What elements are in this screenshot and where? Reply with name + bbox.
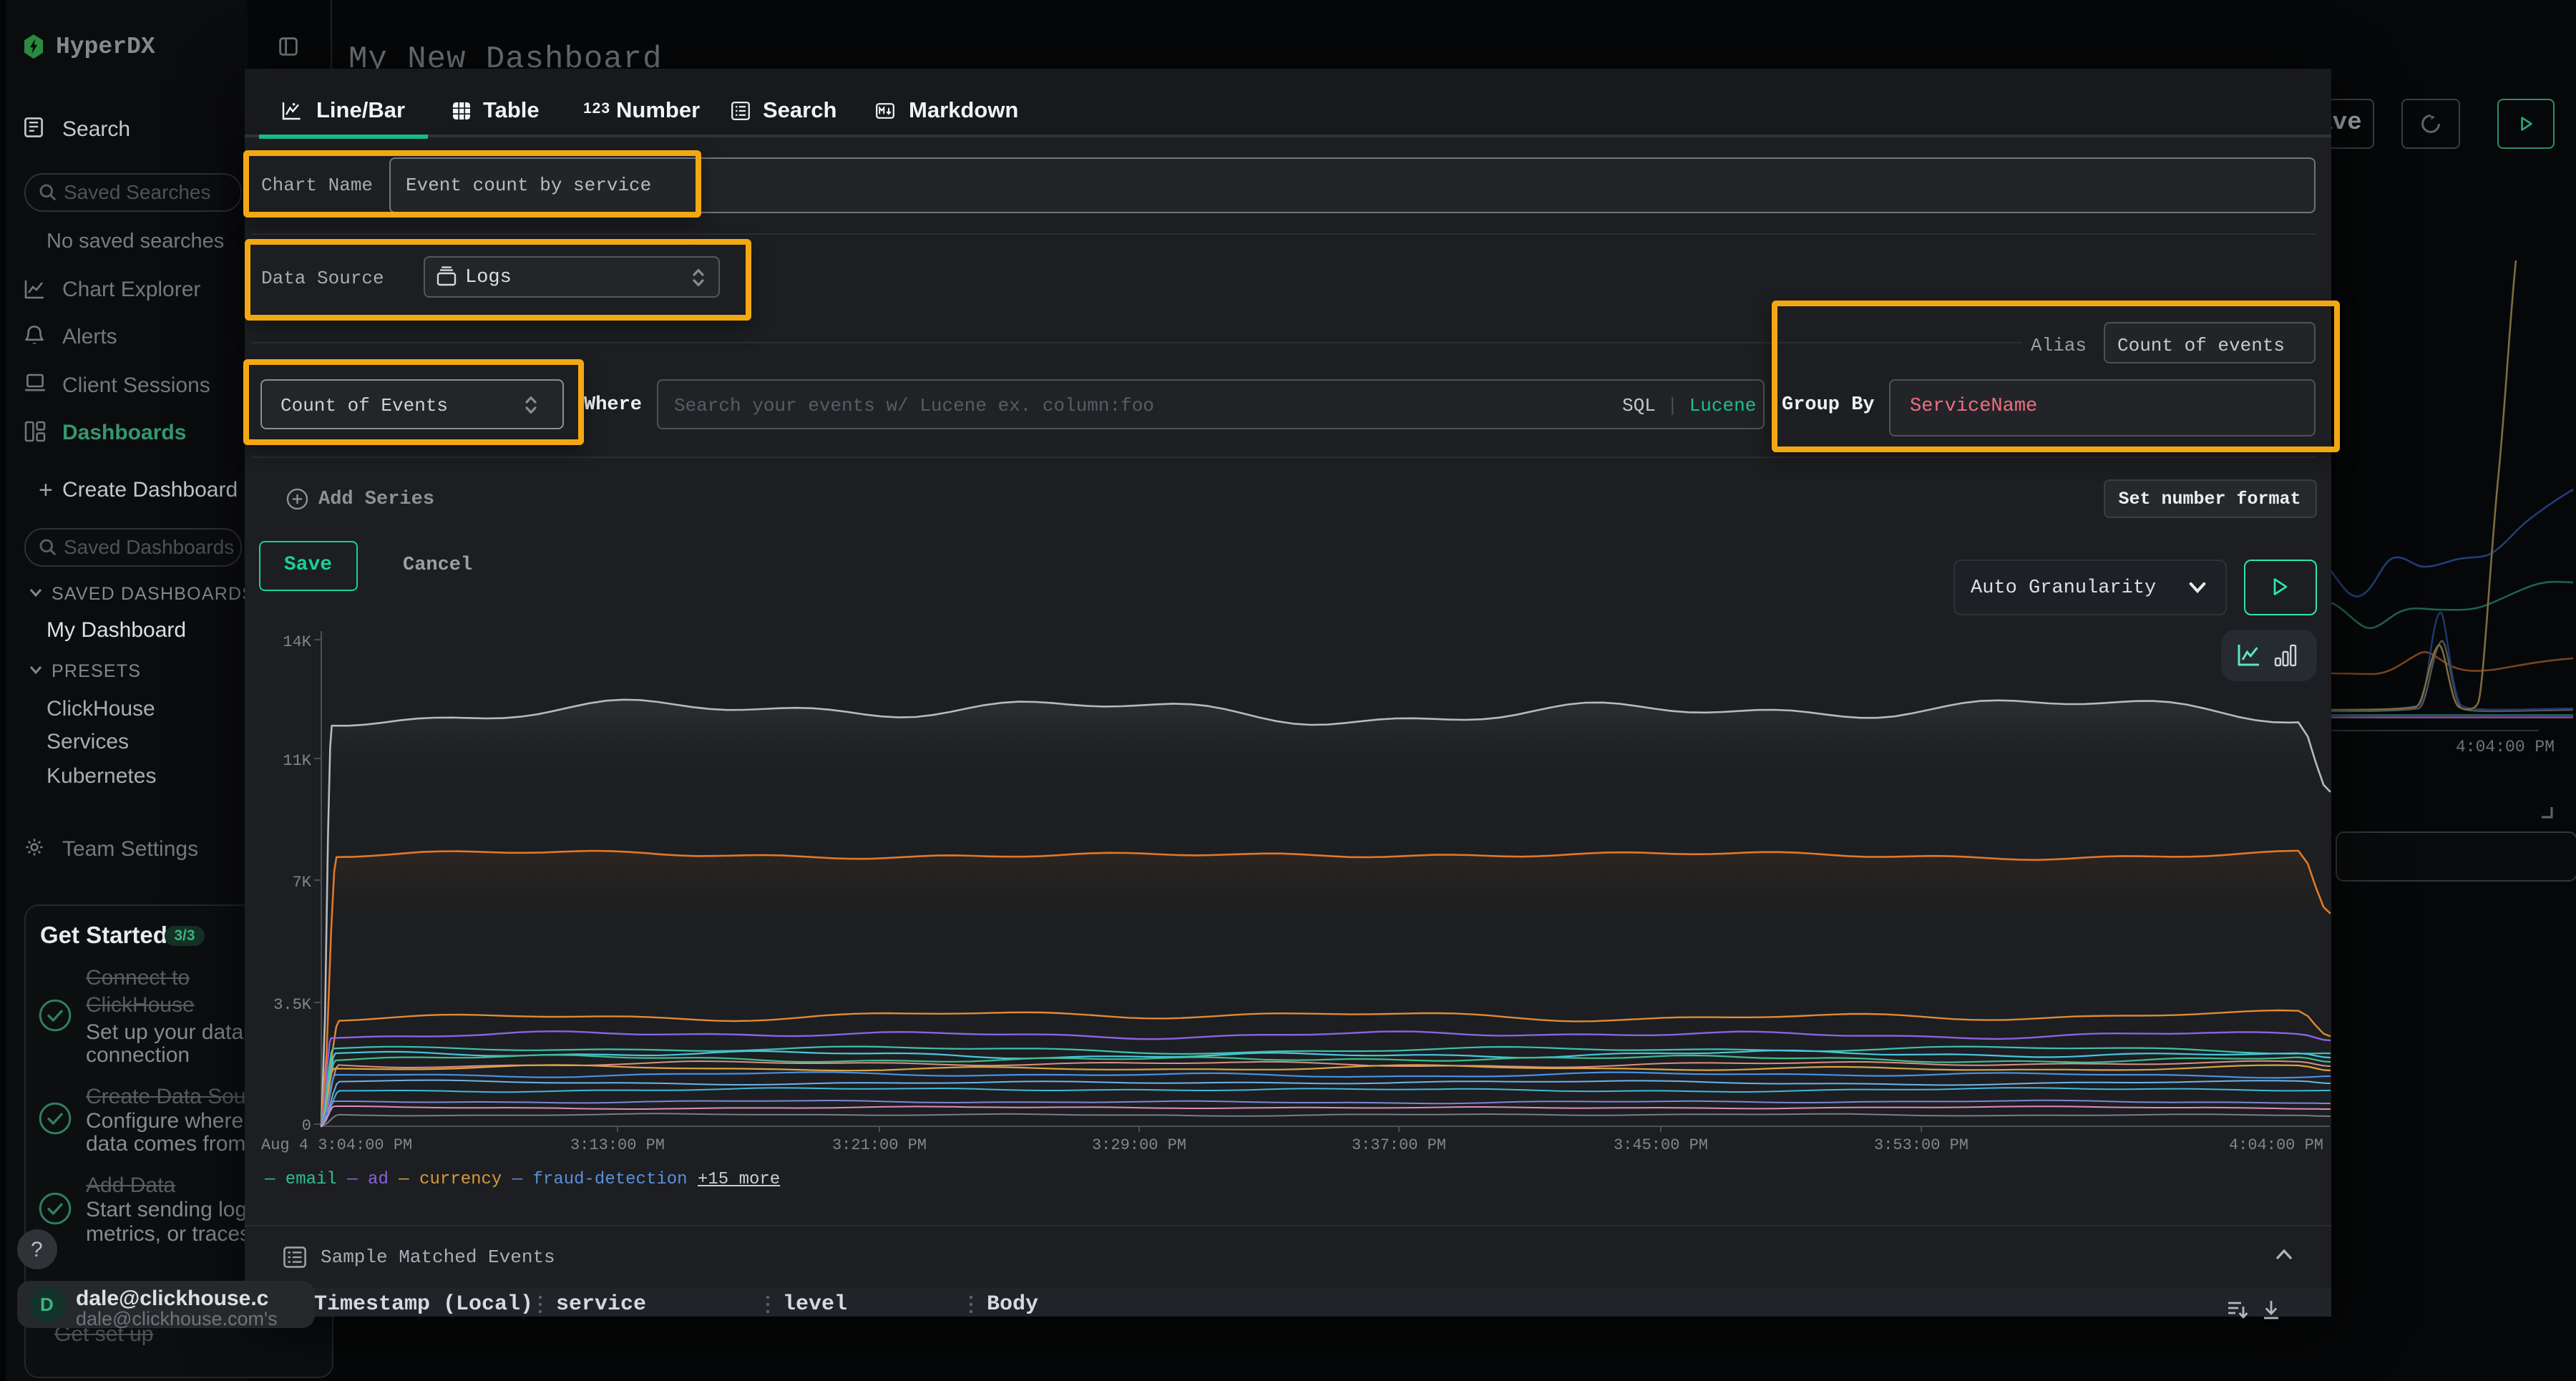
svg-text:14K: 14K <box>283 633 311 651</box>
svg-text:3:21:00 PM: 3:21:00 PM <box>832 1136 927 1154</box>
svg-text:3:45:00 PM: 3:45:00 PM <box>1614 1136 1708 1154</box>
svg-text:0: 0 <box>302 1117 311 1135</box>
svg-text:7K: 7K <box>293 874 312 892</box>
svg-text:3:53:00 PM: 3:53:00 PM <box>1874 1136 1968 1154</box>
svg-text:3:29:00 PM: 3:29:00 PM <box>1092 1136 1186 1154</box>
svg-text:3:13:00 PM: 3:13:00 PM <box>570 1136 665 1154</box>
svg-text:Aug 4 3:04:00 PM: Aug 4 3:04:00 PM <box>261 1136 412 1154</box>
svg-text:11K: 11K <box>283 752 311 770</box>
svg-text:3:37:00 PM: 3:37:00 PM <box>1352 1136 1446 1154</box>
svg-text:3.5K: 3.5K <box>273 996 312 1014</box>
svg-text:4:04:00 PM: 4:04:00 PM <box>2229 1136 2323 1154</box>
